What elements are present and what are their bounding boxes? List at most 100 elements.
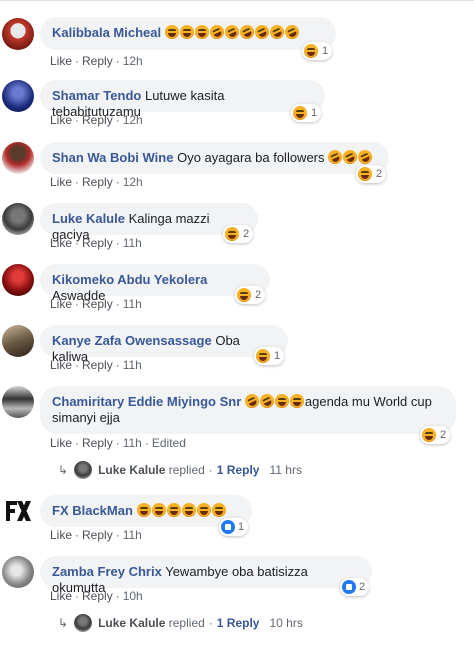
- comment-time[interactable]: 11h: [123, 297, 142, 311]
- reply-time: 10 hrs: [269, 616, 303, 630]
- reaction-count: 2: [376, 168, 383, 180]
- avatar: [74, 614, 93, 632]
- comment-time[interactable]: 11h: [123, 436, 142, 450]
- comment-actions: Like · Reply · 12h: [50, 54, 143, 68]
- reply-arrow-icon: ↳: [58, 463, 69, 477]
- like-link[interactable]: Like: [50, 54, 72, 68]
- like-link[interactable]: Like: [50, 528, 72, 542]
- reaction-count: 1: [322, 45, 329, 57]
- reply-link[interactable]: Reply: [82, 358, 113, 372]
- comment-actions: Like · Reply · 11h: [50, 528, 142, 542]
- comment-author[interactable]: FX BlackMan: [52, 503, 133, 518]
- reaction-badge[interactable]: 2: [420, 426, 451, 444]
- comment-actions: Like · Reply · 12h: [50, 113, 143, 127]
- comment-author[interactable]: Chamiritary Eddie Miyingo Snr: [52, 394, 241, 409]
- avatar[interactable]: [2, 325, 34, 357]
- reply-link[interactable]: Reply: [82, 436, 113, 450]
- comment-actions: Like · Reply · 11h: [50, 236, 142, 250]
- haha-reaction-icon: [256, 349, 270, 363]
- reaction-count: 2: [243, 228, 250, 240]
- comment-author[interactable]: Kikomeko Abdu Yekolera: [52, 272, 207, 287]
- grin-emoji-icon: [136, 503, 151, 517]
- like-link[interactable]: Like: [50, 113, 72, 127]
- comment-actions: Like · Reply · 11h · Edited: [50, 436, 186, 450]
- reaction-badge[interactable]: 1: [219, 518, 249, 536]
- reaction-badge[interactable]: 2: [223, 225, 254, 243]
- comment-author[interactable]: Zamba Frey Chrix: [52, 564, 162, 579]
- comment-actions: Like · Reply · 11h: [50, 358, 142, 372]
- like-link[interactable]: Like: [50, 297, 72, 311]
- like-link[interactable]: Like: [50, 175, 72, 189]
- comment-time[interactable]: 11h: [123, 236, 142, 250]
- reply-count-link[interactable]: 1 Reply: [217, 463, 260, 477]
- avatar[interactable]: [2, 495, 34, 527]
- comment-author[interactable]: Shamar Tendo: [52, 88, 141, 103]
- comment-time[interactable]: 12h: [123, 113, 143, 127]
- comment-time[interactable]: 12h: [123, 54, 143, 68]
- avatar[interactable]: [2, 556, 34, 588]
- comment-text: agenda mu World cup: [304, 394, 432, 409]
- reaction-count: 1: [274, 350, 281, 362]
- reaction-badge[interactable]: 2: [340, 578, 370, 596]
- top-divider: [0, 0, 474, 1]
- comment-author[interactable]: Shan Wa Bobi Wine: [52, 150, 173, 165]
- reaction-count: 1: [238, 521, 245, 533]
- rofl-emoji-icon: [222, 22, 242, 42]
- avatar[interactable]: [2, 142, 34, 174]
- haha-reaction-icon: [225, 227, 239, 241]
- reaction-badge[interactable]: 1: [291, 104, 322, 122]
- like-link[interactable]: Like: [50, 358, 72, 372]
- grin-emoji-icon: [194, 25, 209, 39]
- rofl-emoji-icon: [242, 391, 262, 411]
- reaction-badge[interactable]: 1: [254, 347, 285, 365]
- reply-count-link[interactable]: 1 Reply: [217, 616, 260, 630]
- reply-link[interactable]: Reply: [82, 297, 113, 311]
- rofl-emoji-icon: [237, 22, 257, 42]
- emoji-row: [164, 22, 302, 42]
- comment-actions: Like · Reply · 10h: [50, 589, 143, 603]
- reaction-badge[interactable]: 2: [356, 165, 387, 183]
- replies-row[interactable]: ↳ Luke Kalule replied · 1 Reply 10 hrs: [58, 614, 303, 632]
- reply-link[interactable]: Reply: [82, 528, 113, 542]
- reply-link[interactable]: Reply: [82, 236, 113, 250]
- comment-time[interactable]: 11h: [123, 528, 142, 542]
- comment-author[interactable]: Kalibbala Micheal: [52, 25, 161, 40]
- comment-time[interactable]: 12h: [123, 175, 143, 189]
- grin-emoji-icon: [181, 503, 196, 517]
- avatar[interactable]: [2, 386, 34, 418]
- reaction-badge[interactable]: 2: [235, 286, 266, 304]
- grin-emoji-icon: [164, 25, 179, 39]
- grin-emoji-icon: [179, 25, 194, 39]
- comment-time[interactable]: 11h: [123, 358, 142, 372]
- avatar[interactable]: [2, 203, 34, 235]
- like-link[interactable]: Like: [50, 436, 72, 450]
- comment-actions: Like · Reply · 11h: [50, 297, 142, 311]
- grin-emoji-icon: [211, 503, 226, 517]
- reaction-count: 2: [255, 289, 262, 301]
- comment-bubble: Shamar Tendo Lutuwe kasita tebabitutuzam…: [40, 80, 325, 119]
- like-link[interactable]: Like: [50, 589, 72, 603]
- comment-author[interactable]: Luke Kalule: [52, 211, 125, 226]
- rofl-emoji-icon: [355, 147, 375, 167]
- like-link[interactable]: Like: [50, 236, 72, 250]
- reply-link[interactable]: Reply: [82, 113, 113, 127]
- reply-link[interactable]: Reply: [82, 175, 113, 189]
- grin-emoji-icon: [151, 503, 166, 517]
- reply-link[interactable]: Reply: [82, 589, 113, 603]
- rofl-emoji-icon: [325, 147, 345, 167]
- rofl-emoji-icon: [207, 22, 227, 42]
- comment-author[interactable]: Kanye Zafa Owensassage: [52, 333, 212, 348]
- replies-row[interactable]: ↳ Luke Kalule replied · 1 Reply 11 hrs: [58, 461, 302, 479]
- avatar[interactable]: [2, 264, 34, 296]
- grin-emoji-icon: [166, 503, 181, 517]
- avatar[interactable]: [2, 80, 34, 112]
- avatar[interactable]: [2, 18, 34, 50]
- comment-time[interactable]: 10h: [123, 589, 143, 603]
- comment-bubble: Chamiritary Eddie Miyingo Snr agenda mu …: [40, 386, 456, 434]
- rofl-emoji-icon: [267, 22, 287, 42]
- grin-emoji-icon: [274, 394, 289, 408]
- reaction-badge[interactable]: 1: [302, 42, 333, 60]
- edited-label[interactable]: Edited: [152, 436, 186, 450]
- like-reaction-icon: [342, 580, 356, 594]
- reply-link[interactable]: Reply: [82, 54, 113, 68]
